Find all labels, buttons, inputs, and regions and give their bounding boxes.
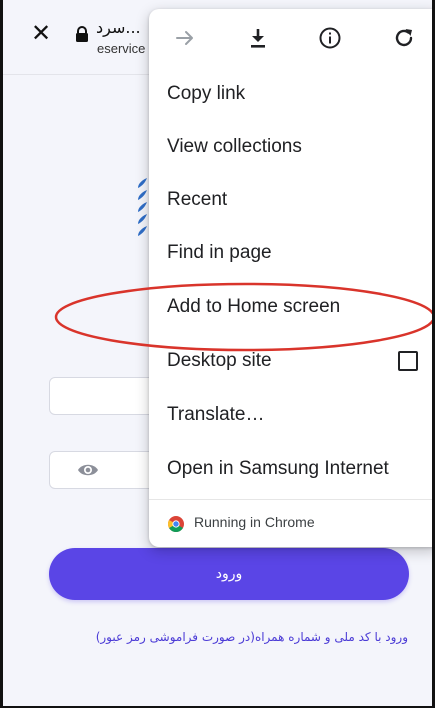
close-icon[interactable]: ✕	[31, 21, 53, 45]
refresh-icon[interactable]	[392, 26, 416, 50]
eye-icon[interactable]	[77, 461, 99, 479]
tab-title: سرد...	[96, 18, 141, 37]
menu-item-label: Copy link	[167, 83, 246, 104]
menu-item-desktop-site[interactable]: Desktop site	[149, 334, 432, 387]
menu-item-label: Find in page	[167, 242, 272, 263]
menu-item-label: View collections	[167, 136, 302, 157]
chrome-logo-icon	[168, 516, 184, 532]
menu-toolbar	[149, 9, 432, 67]
menu-item-label: Open in Samsung Internet	[167, 458, 389, 479]
info-icon[interactable]	[318, 26, 342, 50]
login-button[interactable]: ورود	[49, 548, 409, 600]
menu-item-open-in-samsung-internet[interactable]: Open in Samsung Internet	[149, 442, 432, 495]
menu-footer-text: Running in Chrome	[194, 514, 315, 530]
menu-footer: Running in Chrome	[149, 500, 432, 547]
desktop-site-checkbox[interactable]	[398, 351, 418, 371]
menu-item-find-in-page[interactable]: Find in page	[149, 226, 432, 279]
menu-item-add-to-home-screen[interactable]: Add to Home screen	[149, 280, 432, 333]
lock-icon	[76, 26, 88, 42]
menu-item-label: Translate…	[167, 404, 265, 425]
menu-item-translate[interactable]: Translate…	[149, 388, 432, 441]
forward-icon[interactable]	[173, 26, 197, 50]
overflow-menu: Copy link View collections Recent Find i…	[149, 9, 432, 547]
site-logo-icon	[138, 178, 147, 236]
tab-url[interactable]: eservice	[97, 41, 145, 56]
menu-item-label: Add to Home screen	[167, 296, 341, 317]
menu-item-recent[interactable]: Recent	[149, 173, 432, 226]
menu-item-copy-link[interactable]: Copy link	[149, 67, 432, 120]
phone-screen: ✕ سرد... eservice ورود ورود با کد ملی و …	[0, 0, 435, 708]
alt-login-link[interactable]: ورود با کد ملی و شماره همراه(در صورت فرا…	[33, 630, 408, 644]
download-icon[interactable]	[246, 26, 270, 50]
menu-item-view-collections[interactable]: View collections	[149, 120, 432, 173]
menu-item-label: Desktop site	[167, 350, 272, 371]
menu-item-label: Recent	[167, 189, 228, 210]
